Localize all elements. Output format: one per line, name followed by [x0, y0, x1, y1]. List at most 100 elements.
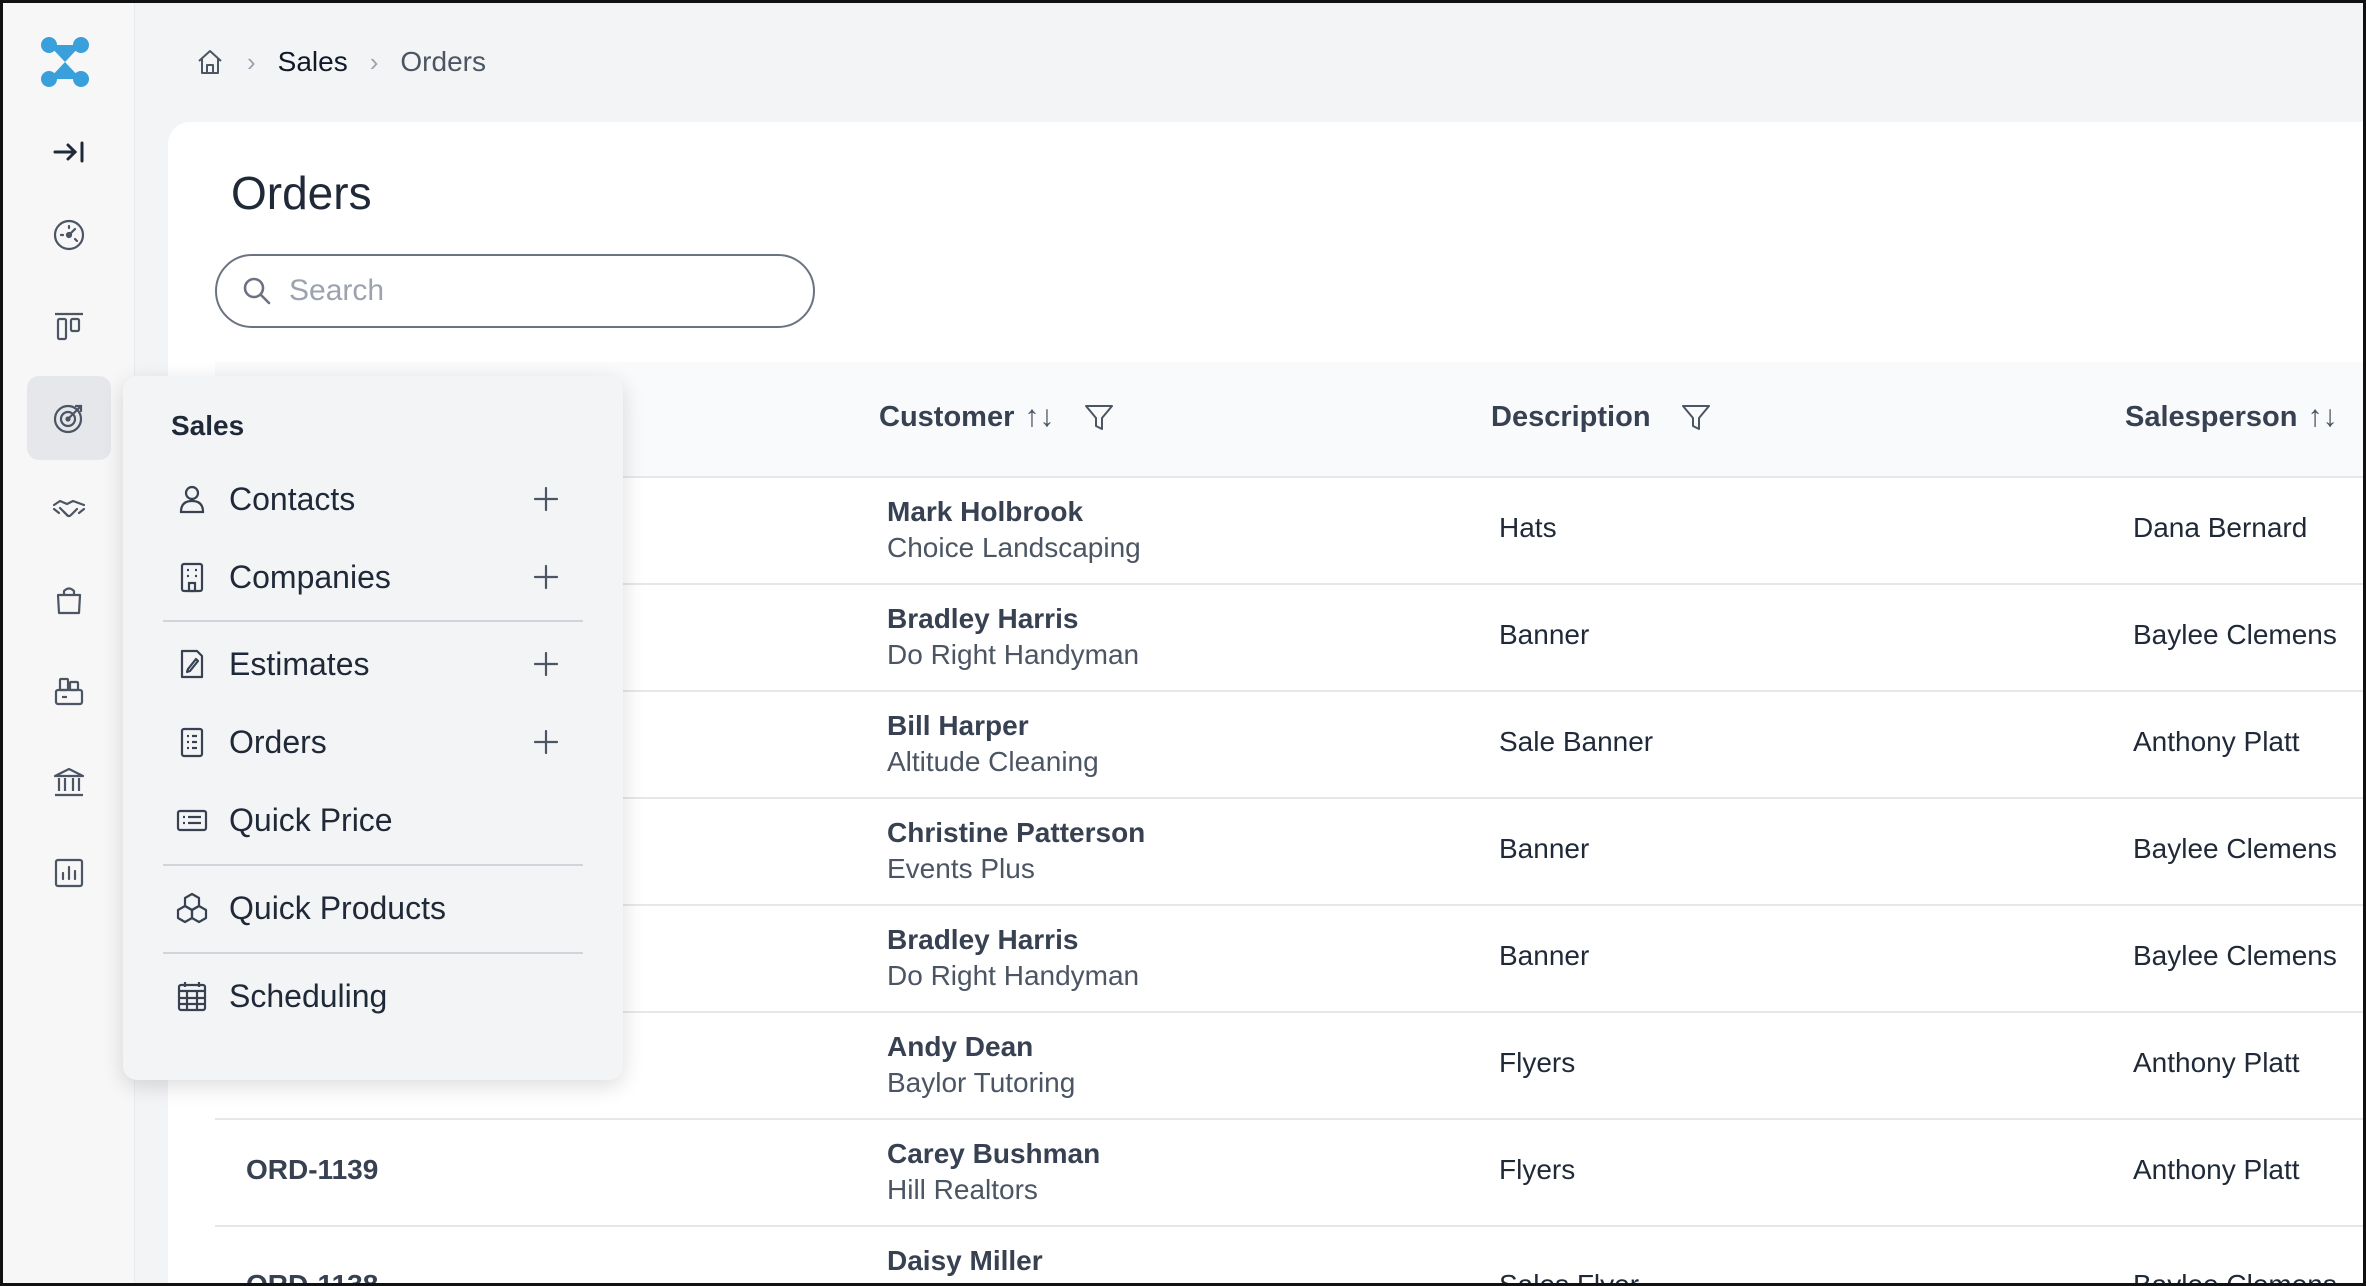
description-cell: Sale Banner	[1499, 726, 1654, 757]
person-icon	[179, 485, 205, 514]
menu-divider	[163, 952, 583, 954]
breadcrumb-orders: Orders	[400, 46, 486, 77]
estimate-doc-icon	[180, 649, 204, 679]
home-icon[interactable]	[195, 47, 225, 77]
column-label: Description	[1491, 400, 1651, 433]
flyout-title: Sales	[171, 410, 245, 441]
menu-item-quick-products[interactable]: Quick Products	[163, 876, 583, 940]
customer-cell[interactable]: Daisy Miller	[887, 1245, 1043, 1281]
dashboard-gauge-icon[interactable]	[27, 193, 111, 277]
customer-name: Bradley Harris	[887, 924, 1079, 955]
app-logo[interactable]	[40, 36, 90, 88]
customer-name: Carey Bushman	[887, 1138, 1101, 1169]
production-icon[interactable]	[27, 649, 111, 733]
menu-item-orders[interactable]: Orders	[163, 710, 583, 774]
menu-item-label: Quick Price	[229, 801, 393, 838]
salesperson-cell: Anthony Platt	[2133, 726, 2300, 757]
breadcrumb-sales[interactable]: Sales	[278, 46, 348, 78]
handshake-icon[interactable]	[27, 467, 111, 551]
description-cell: Flyers	[1499, 1154, 1576, 1185]
bank-icon[interactable]	[27, 740, 111, 824]
salesperson-cell: Anthony Platt	[2133, 1047, 2300, 1078]
salesperson-cell: Dana Bernard	[2133, 512, 2308, 543]
description-cell: Sales Flyer	[1499, 1269, 1640, 1286]
search-icon	[243, 277, 271, 305]
customer-cell[interactable]: Bradley Harris Do Right Handyman	[887, 924, 1139, 992]
add-contact-icon[interactable]	[531, 484, 561, 514]
search-input[interactable]	[289, 274, 809, 308]
menu-item-companies[interactable]: Companies	[163, 545, 583, 609]
order-number[interactable]: ORD-1139	[246, 1154, 378, 1186]
search-box[interactable]	[215, 254, 815, 328]
column-label: Salesperson	[2125, 400, 2298, 433]
customer-cell[interactable]: Mark Holbrook Choice Landscaping	[887, 496, 1141, 564]
description-cell: Banner	[1499, 833, 1590, 864]
menu-item-label: Scheduling	[229, 977, 388, 1014]
customer-company: Do Right Handyman	[887, 960, 1140, 991]
menu-item-label: Estimates	[229, 645, 370, 682]
customer-company: Altitude Cleaning	[887, 746, 1099, 777]
column-salesperson[interactable]: Salesperson ↑↓	[2125, 400, 2366, 434]
customer-cell[interactable]: Bradley Harris Do Right Handyman	[887, 603, 1139, 671]
customer-name: Daisy Miller	[887, 1245, 1043, 1276]
left-rail	[0, 0, 135, 1286]
calendar-icon	[177, 982, 207, 1012]
sort-icon[interactable]: ↑↓	[1024, 400, 1054, 434]
salesperson-cell: Baylee Clemens	[2133, 833, 2337, 864]
menu-item-label: Orders	[229, 723, 327, 760]
add-estimate-icon[interactable]	[531, 649, 561, 679]
salesperson-cell: Baylee Clemens	[2133, 1269, 2337, 1286]
customer-company: Baylor Tutoring	[887, 1067, 1076, 1098]
reports-chart-icon[interactable]	[27, 831, 111, 915]
column-label: Customer	[879, 400, 1015, 433]
menu-item-estimates[interactable]: Estimates	[163, 632, 583, 696]
order-number[interactable]: ORD-1138	[246, 1269, 378, 1286]
description-cell: Banner	[1499, 940, 1590, 971]
sales-flyout-menu: Sales Contacts Companies Estimates Order	[123, 376, 623, 1080]
customer-name: Bradley Harris	[887, 603, 1079, 634]
table-row[interactable]: ORD-1139 Carey Bushman Hill Realtors Fly…	[215, 1120, 2366, 1227]
customer-cell[interactable]: Carey Bushman Hill Realtors	[887, 1138, 1100, 1206]
filter-icon[interactable]	[1679, 400, 1713, 434]
customer-name: Christine Patterson	[887, 817, 1146, 848]
customer-name: Mark Holbrook	[887, 496, 1084, 527]
description-cell: Hats	[1499, 512, 1557, 543]
shopping-bag-icon[interactable]	[27, 558, 111, 642]
chevron-right-icon: ›	[369, 46, 379, 77]
expand-sidebar-icon[interactable]	[27, 110, 111, 194]
cubes-icon	[176, 892, 208, 924]
customer-company: Events Plus	[887, 853, 1035, 884]
add-company-icon[interactable]	[531, 562, 561, 592]
table-row[interactable]: ORD-1138 Daisy Miller Sales Flyer Baylee…	[215, 1227, 2366, 1286]
menu-divider	[163, 620, 583, 622]
customer-cell[interactable]: Christine Patterson Events Plus	[887, 817, 1145, 885]
column-customer[interactable]: Customer ↑↓	[879, 400, 1116, 434]
customer-cell[interactable]: Andy Dean Baylor Tutoring	[887, 1031, 1075, 1099]
salesperson-cell: Baylee Clemens	[2133, 940, 2337, 971]
customer-company: Choice Landscaping	[887, 532, 1141, 563]
menu-item-scheduling[interactable]: Scheduling	[163, 964, 583, 1028]
customer-company: Hill Realtors	[887, 1174, 1038, 1205]
column-description[interactable]: Description	[1491, 400, 1713, 434]
customer-company: Do Right Handyman	[887, 639, 1140, 670]
menu-item-contacts[interactable]: Contacts	[163, 467, 583, 531]
menu-item-label: Contacts	[229, 480, 356, 517]
menu-item-quick-price[interactable]: Quick Price	[163, 788, 583, 852]
add-order-icon[interactable]	[531, 727, 561, 757]
salesperson-cell: Baylee Clemens	[2133, 619, 2337, 650]
order-list-icon	[180, 727, 204, 758]
menu-item-label: Companies	[229, 558, 391, 595]
menu-divider	[163, 864, 583, 866]
breadcrumb: › Sales › Orders	[195, 40, 486, 84]
customer-cell[interactable]: Bill Harper Altitude Cleaning	[887, 710, 1099, 778]
sales-target-icon[interactable]	[27, 376, 111, 460]
price-card-icon	[176, 809, 208, 832]
customer-name: Bill Harper	[887, 710, 1029, 741]
filter-icon[interactable]	[1082, 400, 1116, 434]
customer-name: Andy Dean	[887, 1031, 1034, 1062]
description-cell: Flyers	[1499, 1047, 1576, 1078]
page-title: Orders	[231, 167, 372, 219]
board-icon[interactable]	[27, 285, 111, 369]
building-icon	[180, 562, 204, 593]
sort-icon[interactable]: ↑↓	[2307, 400, 2337, 434]
